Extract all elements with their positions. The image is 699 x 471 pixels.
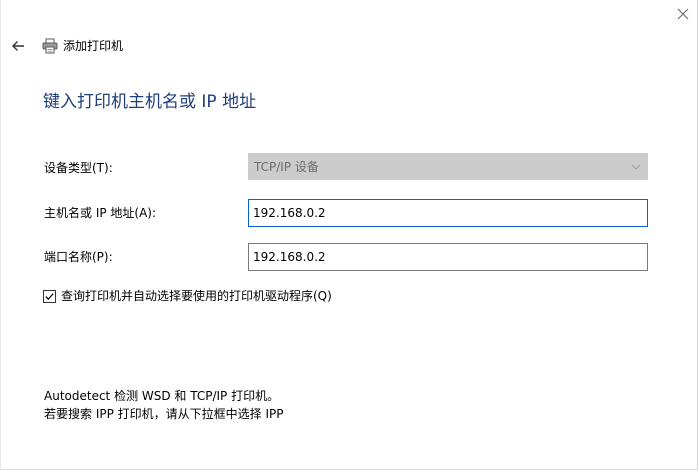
printer-icon bbox=[42, 38, 58, 54]
info-text-autodetect: Autodetect 检测 WSD 和 TCP/IP 打印机。 bbox=[44, 389, 280, 403]
query-printer-label: 查询打印机并自动选择要使用的打印机驱动程序(Q) bbox=[61, 289, 332, 303]
hostname-label: 主机名或 IP 地址(A): bbox=[44, 206, 157, 220]
page-heading: 键入打印机主机名或 IP 地址 bbox=[43, 92, 257, 112]
back-arrow-icon bbox=[12, 41, 24, 51]
back-button[interactable] bbox=[7, 36, 29, 56]
port-name-input[interactable] bbox=[248, 243, 648, 271]
device-type-select[interactable]: TCP/IP 设备 bbox=[248, 153, 648, 180]
chevron-down-icon bbox=[631, 164, 641, 170]
query-printer-checkbox[interactable] bbox=[43, 289, 56, 303]
close-icon bbox=[677, 8, 689, 20]
window-title: 添加打印机 bbox=[63, 39, 124, 53]
hostname-input[interactable] bbox=[248, 199, 648, 227]
checkmark-icon bbox=[45, 292, 54, 300]
device-type-value: TCP/IP 设备 bbox=[254, 160, 319, 174]
add-printer-window: 添加打印机 键入打印机主机名或 IP 地址 设备类型(T): TCP/IP 设备… bbox=[0, 0, 698, 470]
close-button[interactable] bbox=[671, 2, 695, 26]
query-printer-option[interactable]: 查询打印机并自动选择要使用的打印机驱动程序(Q) bbox=[43, 288, 332, 304]
device-type-label: 设备类型(T): bbox=[44, 161, 113, 175]
info-text-ipp: 若要搜索 IPP 打印机，请从下拉框中选择 IPP bbox=[44, 407, 284, 421]
port-name-label: 端口名称(P): bbox=[44, 250, 113, 264]
